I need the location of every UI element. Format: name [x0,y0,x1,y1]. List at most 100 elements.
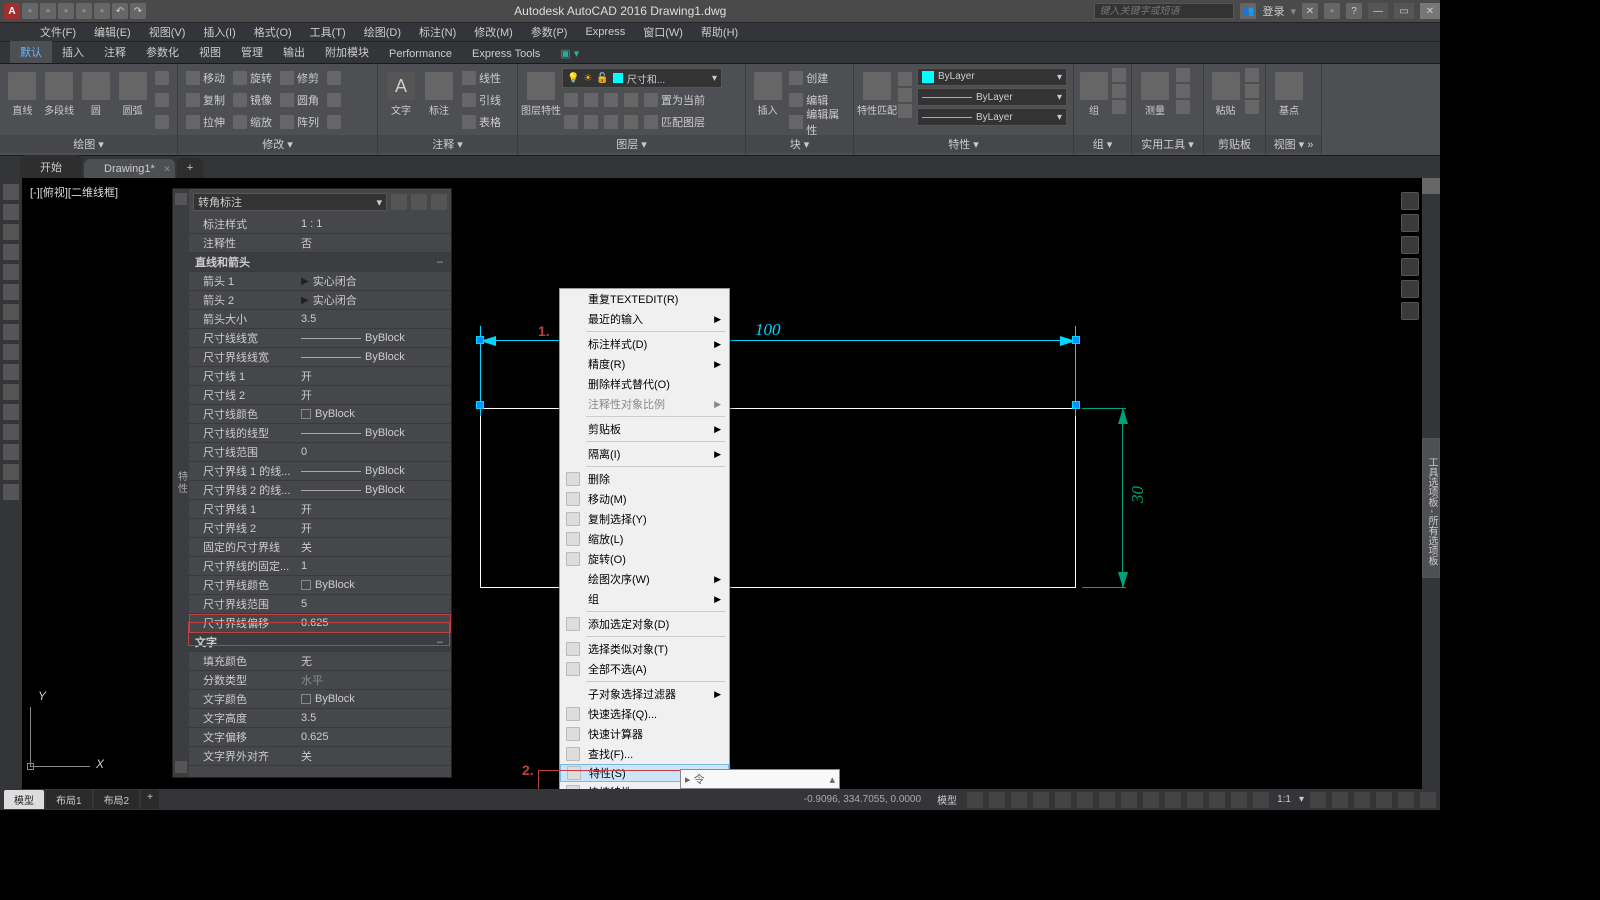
property-row[interactable]: 尺寸界线范围5 [189,595,451,614]
property-row[interactable]: 箭头大小3.5 [189,310,451,329]
insert-block-button[interactable]: 插入 [752,68,783,117]
modify-small-icon[interactable] [325,68,343,88]
login-button[interactable]: 登录 [1262,3,1284,19]
toolbar-icon[interactable] [3,224,19,240]
ribbon-tab[interactable]: 输出 [273,41,315,63]
layer-dropdown[interactable]: 💡☀🔓 尺寸和...▾ [562,68,722,88]
polyline-button[interactable]: 多段线 [43,68,76,117]
otrack-icon[interactable] [1099,792,1115,808]
close-button[interactable]: ✕ [1420,3,1440,19]
ribbon-tab-focus-icon[interactable]: ▣ ▾ [550,44,589,63]
panel-label[interactable]: 实用工具 ▾ [1132,135,1203,153]
context-menu-item[interactable]: 剪贴板▶ [560,419,729,439]
panel-label[interactable]: 组 ▾ [1074,135,1131,153]
qat-open-icon[interactable]: ▫ [40,3,56,19]
toolbar-icon[interactable] [3,464,19,480]
prop-tool-icon[interactable] [898,88,912,102]
toolbar-icon[interactable] [3,364,19,380]
context-menu-item[interactable]: 重复TEXTEDIT(R) [560,289,729,309]
property-row[interactable]: 标注样式1 : 1 [189,215,451,234]
panel-label[interactable]: 块 ▾ [746,135,853,153]
ortho-icon[interactable] [1011,792,1027,808]
qp-icon[interactable] [1253,792,1269,808]
menu-item[interactable]: 文件(F) [40,24,76,40]
ws-icon[interactable] [1332,792,1348,808]
property-row[interactable]: 文字界外对齐关 [189,747,451,766]
new-tab-button[interactable]: + [177,158,203,178]
array-button[interactable]: 阵列 [278,112,321,132]
showmotion-icon[interactable] [1401,302,1419,320]
cleanscreen-icon[interactable] [1398,792,1414,808]
group-tool-icon[interactable] [1112,100,1126,114]
3dosnap-icon[interactable] [1077,792,1093,808]
property-row[interactable]: 尺寸线范围0 [189,443,451,462]
qat-saveas-icon[interactable]: ▫ [76,3,92,19]
property-row[interactable]: 尺寸线线宽 ByBlock [189,329,451,348]
stayconnected-icon[interactable]: ▫ [1324,3,1340,19]
panel-label[interactable]: 剪贴板 [1204,135,1265,153]
context-menu-item[interactable]: 标注样式(D)▶ [560,334,729,354]
property-row[interactable]: 箭头 1▶ 实心闭合 [189,272,451,291]
property-row[interactable]: 尺寸界线 1开 [189,500,451,519]
util-tool-icon[interactable] [1176,68,1190,82]
menu-item[interactable]: 绘图(D) [364,24,401,40]
layer-tool-icon[interactable] [582,90,600,110]
dyn-icon[interactable] [1143,792,1159,808]
toolbar-icon[interactable] [3,304,19,320]
property-row[interactable]: 尺寸界线 2开 [189,519,451,538]
leader-button[interactable]: 引线 [460,90,503,110]
prop-tool-icon[interactable] [898,72,912,86]
paste-button[interactable]: 粘贴 [1210,68,1241,117]
property-row[interactable]: 尺寸界线 1 的线... ByBlock [189,462,451,481]
prop-tool-icon[interactable] [898,104,912,118]
menu-item[interactable]: 格式(O) [254,24,292,40]
add-layout-button[interactable]: + [141,790,159,809]
linetype-dropdown[interactable]: ByLayer▾ [917,108,1067,126]
context-menu-item[interactable]: 复制选择(Y) [560,509,729,529]
menu-item[interactable]: 修改(M) [474,24,513,40]
context-menu-item[interactable]: 移动(M) [560,489,729,509]
context-menu-item[interactable]: 子对象选择过滤器▶ [560,684,729,704]
annoscale-button[interactable]: 1:1 [1275,794,1293,805]
toolbar-icon[interactable] [3,404,19,420]
layer-properties-button[interactable]: 图层特性 [524,68,558,117]
group-tool-icon[interactable] [1112,68,1126,82]
layer-tool-icon[interactable] [582,112,600,132]
toolbar-icon[interactable] [3,244,19,260]
property-row[interactable]: 文字颜色 ByBlock [189,690,451,709]
property-row[interactable]: 注释性否 [189,234,451,253]
ribbon-tab[interactable]: 视图 [189,41,231,63]
ribbon-tab[interactable]: 插入 [52,41,94,63]
palette-autohide-icon[interactable] [175,193,187,205]
property-row[interactable]: 固定的尺寸界线关 [189,538,451,557]
context-menu-item[interactable]: 组▶ [560,589,729,609]
polar-icon[interactable] [1033,792,1049,808]
property-row[interactable]: 尺寸界线的固定...1 [189,557,451,576]
command-line[interactable]: ▸ 令▴ [680,769,840,789]
lwt-icon[interactable] [1165,792,1181,808]
viewcube-icon[interactable] [1401,192,1419,210]
scale-button[interactable]: 缩放 [231,112,274,132]
annoscale-dropdown-icon[interactable]: ▾ [1299,794,1304,805]
pan-icon[interactable] [1401,236,1419,254]
basepoint-button[interactable]: 基点 [1272,68,1306,117]
panel-label[interactable]: 注释 ▾ [378,135,517,153]
property-row[interactable]: 尺寸界线 2 的线... ByBlock [189,481,451,500]
minimize-button[interactable]: — [1368,3,1388,19]
context-menu-item[interactable]: 删除样式替代(O) [560,374,729,394]
grid-icon[interactable] [967,792,983,808]
panel-label[interactable]: 修改 ▾ [178,135,377,153]
mirror-button[interactable]: 镜像 [231,90,274,110]
stretch-button[interactable]: 拉伸 [184,112,227,132]
toolbar-icon[interactable] [3,484,19,500]
linear-button[interactable]: 线性 [460,68,503,88]
context-menu-item[interactable]: 旋转(O) [560,549,729,569]
edit-attr-button[interactable]: 编辑属性 [787,112,847,132]
ribbon-tab-default[interactable]: 默认 [10,41,52,63]
context-menu-item[interactable]: 绘图次序(W)▶ [560,569,729,589]
clip-tool-icon[interactable] [1245,100,1259,114]
context-menu-item[interactable]: 隔离(I)▶ [560,444,729,464]
context-menu-item[interactable]: 全部不选(A) [560,659,729,679]
ribbon-tab[interactable]: 注释 [94,41,136,63]
help-search-input[interactable] [1094,3,1234,19]
